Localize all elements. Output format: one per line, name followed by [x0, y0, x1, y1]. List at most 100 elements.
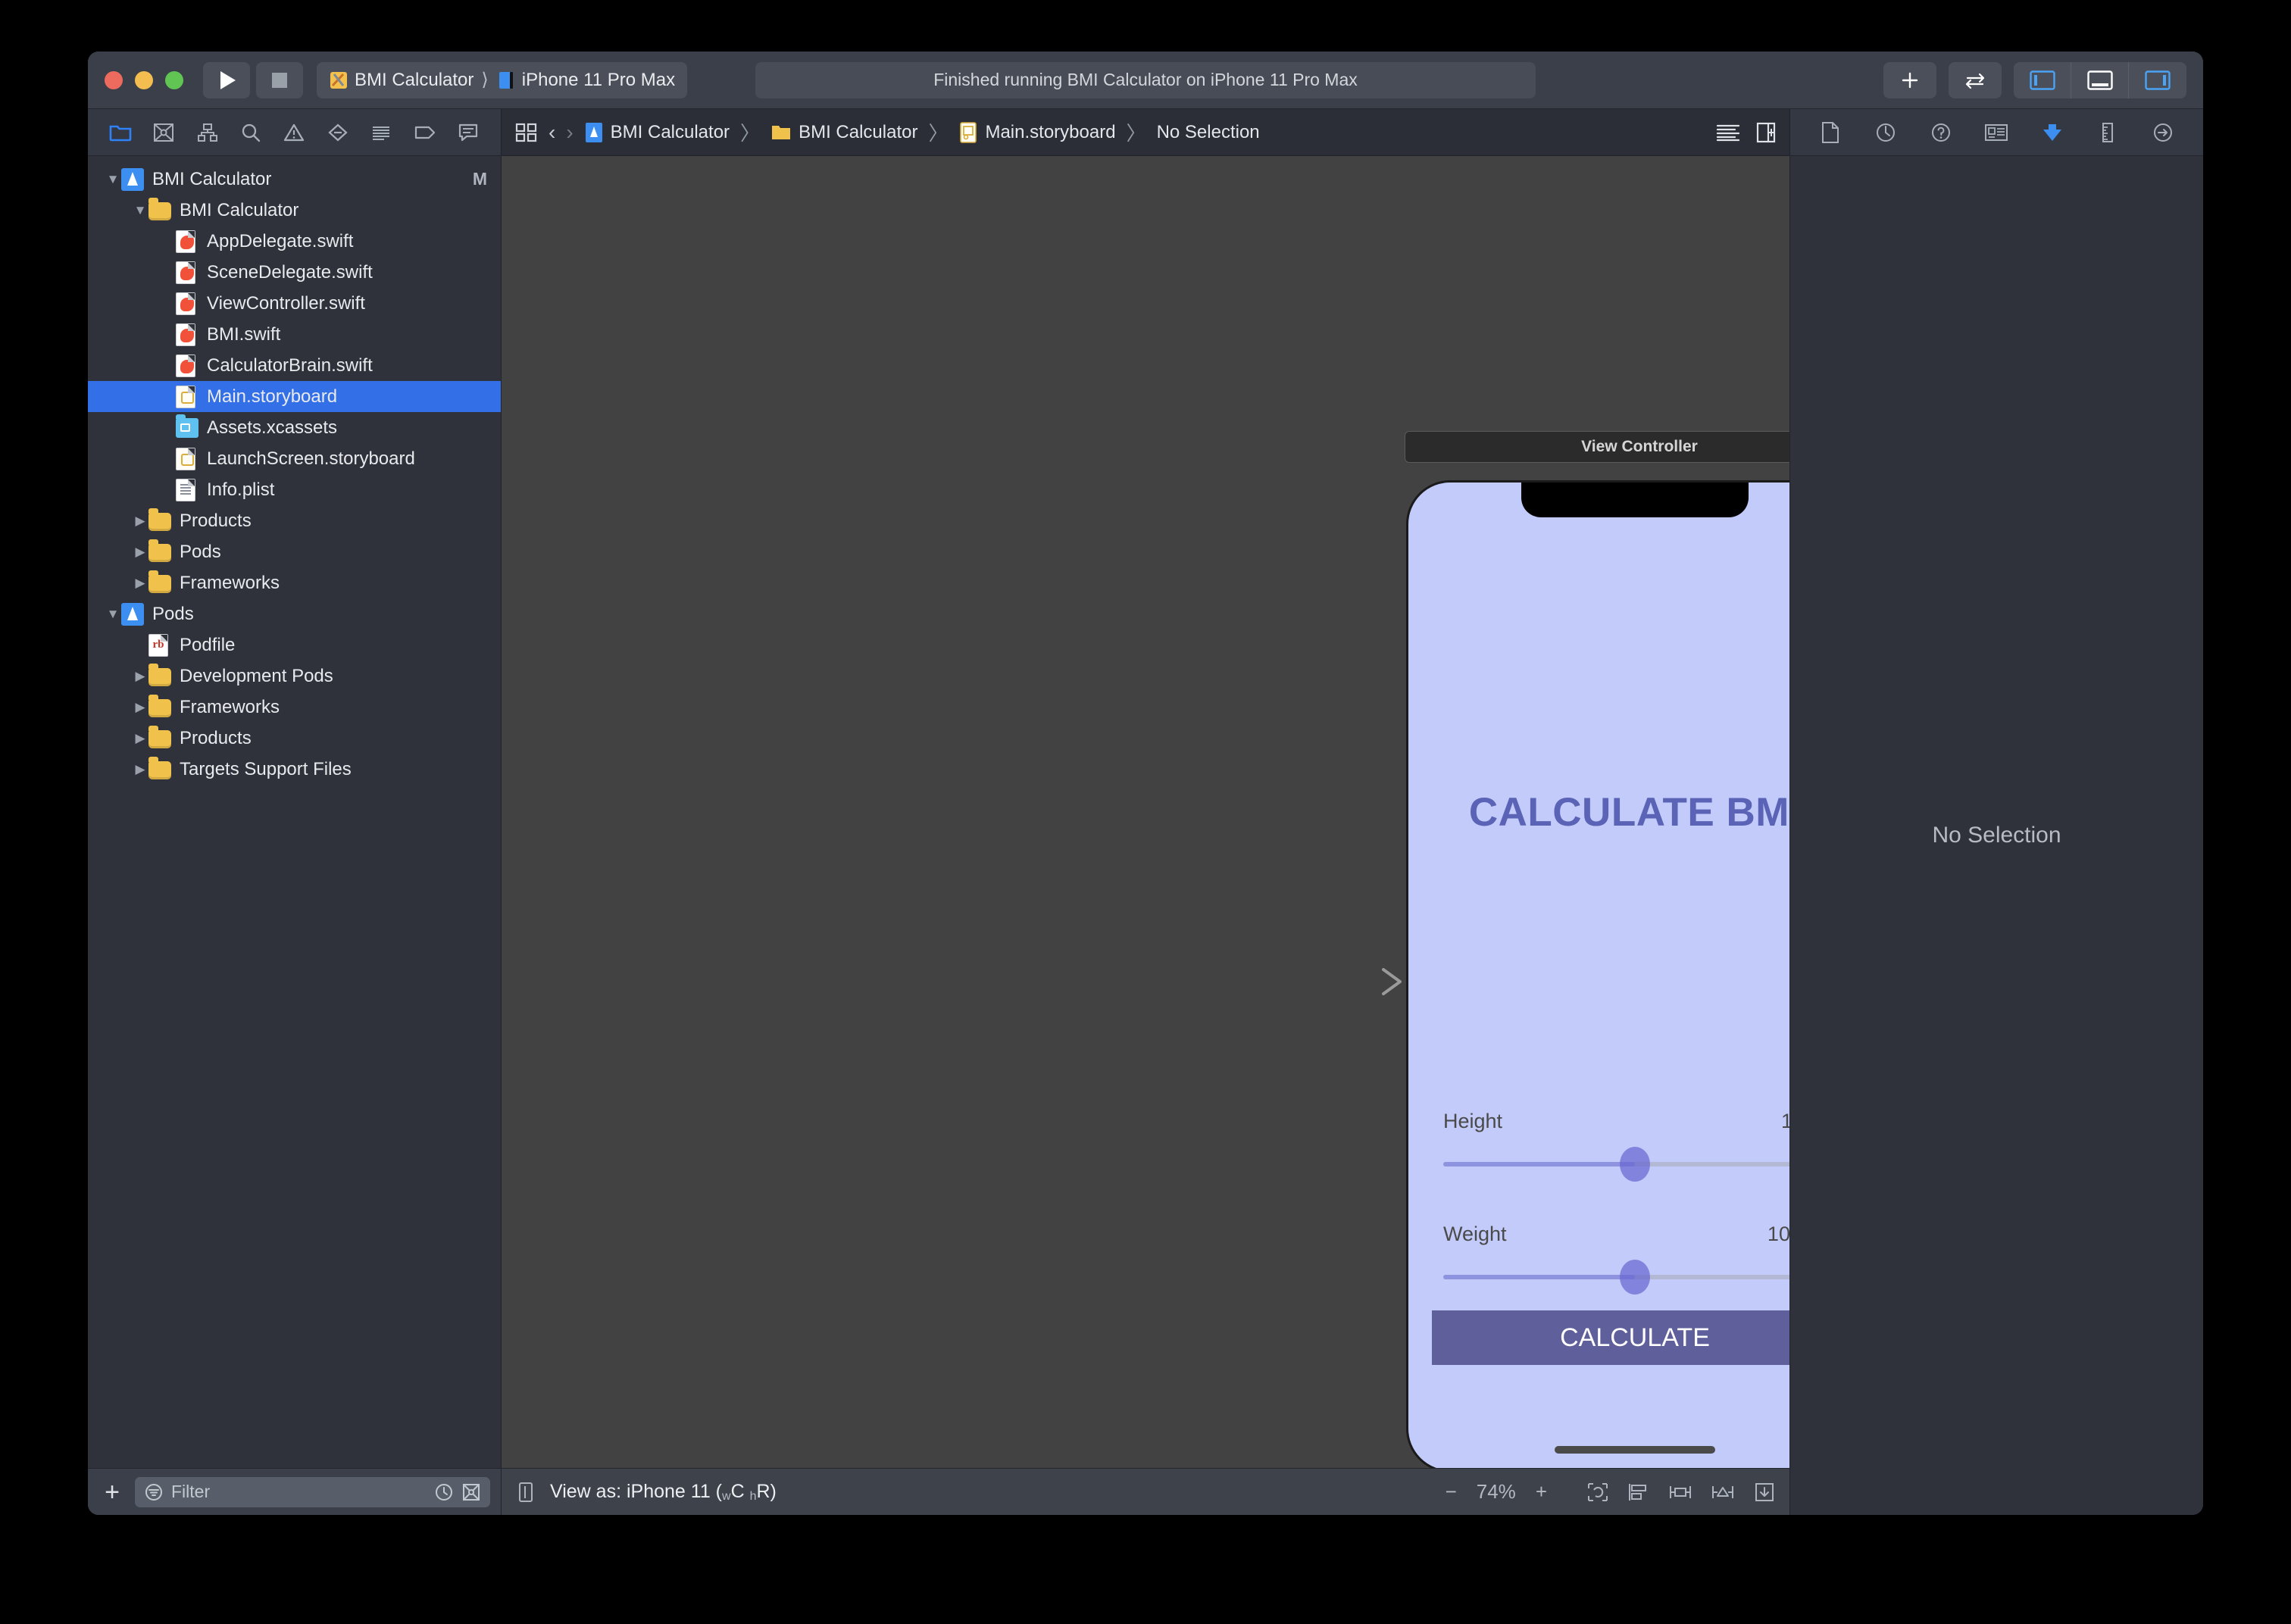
source-control-filter-icon[interactable]: [461, 1482, 481, 1502]
file-tree-row[interactable]: ▶ Targets Support Files: [88, 754, 501, 785]
height-slider[interactable]: [1443, 1147, 1789, 1182]
symbol-navigator-tab[interactable]: [186, 116, 229, 149]
close-window-button[interactable]: [105, 70, 123, 89]
add-file-button[interactable]: +: [98, 1479, 126, 1505]
attributes-inspector-tab[interactable]: [2035, 116, 2070, 149]
report-navigator-tab[interactable]: [447, 116, 490, 149]
update-frames-icon[interactable]: [1586, 1482, 1609, 1503]
zoom-out-button[interactable]: −: [1446, 1480, 1457, 1504]
weight-section: Weight 100Kg: [1443, 1223, 1789, 1295]
history-inspector-tab[interactable]: [1868, 116, 1903, 149]
folder-icon: [148, 539, 171, 564]
breadcrumb-folder[interactable]: BMI Calculator: [770, 122, 917, 143]
navigator-tab-bar: [88, 109, 501, 156]
file-inspector-tab[interactable]: [1813, 116, 1848, 149]
toggle-navigator-button[interactable]: [2014, 61, 2071, 98]
source-control-navigator-tab[interactable]: [142, 116, 185, 149]
disclosure-triangle-closed[interactable]: ▶: [132, 700, 148, 715]
filter-input[interactable]: Filter: [135, 1476, 490, 1507]
calculate-button[interactable]: CALCULATE: [1432, 1310, 1789, 1365]
size-inspector-tab[interactable]: [2090, 116, 2125, 149]
debug-navigator-tab[interactable]: [360, 116, 403, 149]
inspector-panel: No Selection: [1789, 109, 2203, 1515]
add-constraints-icon[interactable]: [1668, 1482, 1692, 1503]
file-tree-row[interactable]: ▶BMI.swift: [88, 319, 501, 350]
file-tree-row-label: Pods: [152, 603, 194, 624]
breadcrumb-project[interactable]: BMI Calculator: [584, 122, 730, 143]
height-value: 1.5m: [1781, 1110, 1789, 1133]
file-tree-row[interactable]: ▶Main.storyboard: [88, 381, 501, 412]
scene-title-bar[interactable]: View Controller: [1405, 431, 1789, 463]
breadcrumb-file[interactable]: Main.storyboard: [958, 122, 1116, 143]
file-tree-row[interactable]: ▶Assets.xcassets: [88, 412, 501, 443]
view-as-label[interactable]: View as: iPhone 11 (wC hR): [550, 1481, 777, 1503]
inspector-empty-message: No Selection: [1932, 823, 2061, 848]
disclosure-triangle-closed[interactable]: ▶: [132, 576, 148, 591]
test-navigator-tab[interactable]: [316, 116, 359, 149]
find-navigator-tab[interactable]: [229, 116, 272, 149]
add-library-button[interactable]: [1883, 61, 1936, 98]
document-outline-icon[interactable]: [1715, 122, 1741, 143]
add-editor-icon[interactable]: [1756, 122, 1776, 143]
stop-button[interactable]: [256, 61, 303, 98]
quick-help-inspector-tab[interactable]: [1924, 116, 1958, 149]
file-tree-row[interactable]: ▶rbPodfile: [88, 629, 501, 661]
disclosure-triangle-closed[interactable]: ▶: [132, 669, 148, 684]
run-button[interactable]: [203, 61, 250, 98]
connections-inspector-tab[interactable]: [2146, 116, 2180, 149]
file-tree-row[interactable]: ▶ Pods: [88, 536, 501, 567]
align-icon[interactable]: [1627, 1482, 1650, 1503]
file-tree-row-label: Main.storyboard: [207, 386, 338, 407]
navigate-forward-button[interactable]: ›: [566, 120, 573, 145]
height-row: Height 1.5m: [1443, 1110, 1789, 1133]
weight-slider-thumb[interactable]: [1620, 1260, 1650, 1295]
breadcrumb-separator-3: 〉: [1126, 122, 1146, 145]
file-tree-row[interactable]: ▼ BMI Calculator: [88, 195, 501, 226]
breadcrumb-selection[interactable]: No Selection: [1157, 122, 1260, 143]
file-tree-row[interactable]: ▶ Frameworks: [88, 567, 501, 598]
device-variants-icon[interactable]: [515, 1481, 536, 1504]
height-slider-thumb[interactable]: [1620, 1147, 1650, 1182]
disclosure-triangle-open[interactable]: ▼: [105, 172, 121, 187]
code-review-button[interactable]: [1949, 61, 2002, 98]
related-items-icon[interactable]: [515, 122, 538, 143]
navigate-back-button[interactable]: ‹: [549, 120, 555, 145]
file-tree-row[interactable]: ▼ Pods: [88, 598, 501, 629]
breakpoint-navigator-tab[interactable]: [403, 116, 446, 149]
disclosure-triangle-open[interactable]: ▼: [132, 203, 148, 218]
project-navigator-tab[interactable]: [98, 116, 142, 149]
identity-inspector-tab[interactable]: [1979, 116, 2014, 149]
iphone-preview[interactable]: CALCULATE BMI Height 1.5m We: [1406, 480, 1789, 1468]
project-file-tree[interactable]: ▼BMI CalculatorM▼BMI Calculator▶AppDeleg…: [88, 156, 501, 1468]
file-tree-row[interactable]: ▶SceneDelegate.swift: [88, 257, 501, 288]
file-tree-row[interactable]: ▶ Products: [88, 723, 501, 754]
file-tree-row[interactable]: ▶CalculatorBrain.swift: [88, 350, 501, 381]
zoom-in-button[interactable]: +: [1536, 1480, 1547, 1504]
interface-builder-canvas[interactable]: View Controller CALCULATE BMI Height Wei…: [502, 156, 1789, 1468]
disclosure-triangle-closed[interactable]: ▶: [132, 762, 148, 777]
disclosure-triangle-closed[interactable]: ▶: [132, 545, 148, 560]
issue-navigator-tab[interactable]: [273, 116, 316, 149]
zoom-window-button[interactable]: [165, 70, 183, 89]
resolve-auto-layout-icon[interactable]: [1711, 1482, 1735, 1503]
file-tree-row[interactable]: ▶ Products: [88, 505, 501, 536]
file-tree-row[interactable]: ▶ Development Pods: [88, 661, 501, 692]
file-tree-row[interactable]: ▶ViewController.swift: [88, 288, 501, 319]
scheme-selector[interactable]: BMI Calculator ⟩ iPhone 11 Pro Max: [317, 61, 688, 98]
filter-icon: [145, 1483, 162, 1501]
file-tree-row[interactable]: ▶LaunchScreen.storyboard: [88, 443, 501, 474]
file-tree-row[interactable]: ▶Info.plist: [88, 474, 501, 505]
embed-in-icon[interactable]: [1753, 1482, 1776, 1503]
toggle-inspector-button[interactable]: [2129, 62, 2186, 98]
disclosure-triangle-open[interactable]: ▼: [105, 607, 121, 622]
disclosure-triangle-closed[interactable]: ▶: [132, 731, 148, 746]
weight-slider[interactable]: [1443, 1260, 1789, 1295]
file-tree-row[interactable]: ▶AppDelegate.swift: [88, 226, 501, 257]
file-tree-row[interactable]: ▼ BMI Calculator M: [88, 164, 501, 195]
minimize-window-button[interactable]: [135, 70, 153, 89]
toggle-debug-area-button[interactable]: [2071, 61, 2129, 98]
file-tree-row[interactable]: ▶ Frameworks: [88, 692, 501, 723]
scheme-project-label: BMI Calculator: [355, 69, 474, 90]
disclosure-triangle-closed[interactable]: ▶: [132, 514, 148, 529]
clock-icon[interactable]: [434, 1482, 454, 1502]
